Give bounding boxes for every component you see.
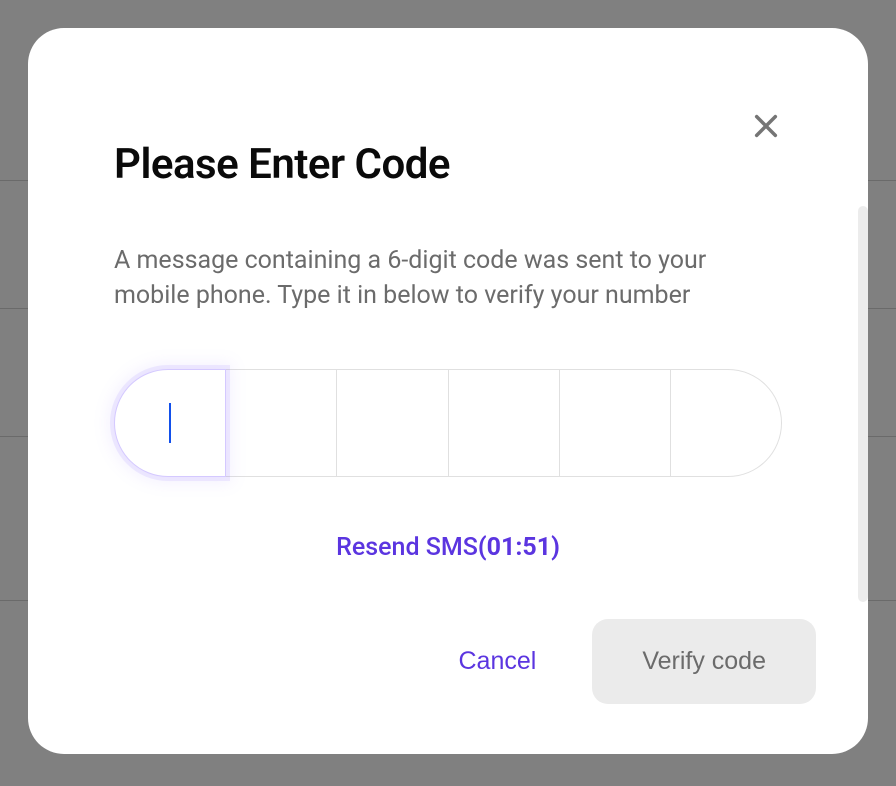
modal-header: Please Enter Code: [28, 28, 868, 189]
resend-row: Resend SMS(01:51): [114, 533, 782, 562]
close-icon: [752, 112, 780, 140]
scrollbar-thumb[interactable]: [858, 206, 868, 602]
modal-body: A message containing a 6-digit code was …: [28, 189, 868, 562]
close-button[interactable]: [752, 112, 780, 143]
code-digit-1[interactable]: [114, 369, 226, 477]
code-input-group: [114, 369, 782, 477]
modal-description: A message containing a 6-digit code was …: [114, 243, 782, 313]
verify-code-button[interactable]: Verify code: [592, 619, 816, 704]
cancel-button[interactable]: Cancel: [446, 639, 548, 684]
text-caret: [169, 403, 171, 443]
resend-sms-link[interactable]: Resend SMS: [336, 533, 478, 562]
verify-code-modal: Please Enter Code A message containing a…: [28, 28, 868, 754]
code-digit-6[interactable]: [671, 369, 782, 477]
code-digit-5[interactable]: [560, 369, 671, 477]
resend-timer: (01:51): [478, 533, 560, 562]
modal-overlay: Please Enter Code A message containing a…: [0, 0, 896, 786]
code-digit-4[interactable]: [449, 369, 560, 477]
modal-footer: Cancel Verify code: [28, 619, 868, 754]
code-digit-2[interactable]: [226, 369, 337, 477]
modal-title: Please Enter Code: [114, 140, 782, 189]
code-digit-3[interactable]: [337, 369, 448, 477]
